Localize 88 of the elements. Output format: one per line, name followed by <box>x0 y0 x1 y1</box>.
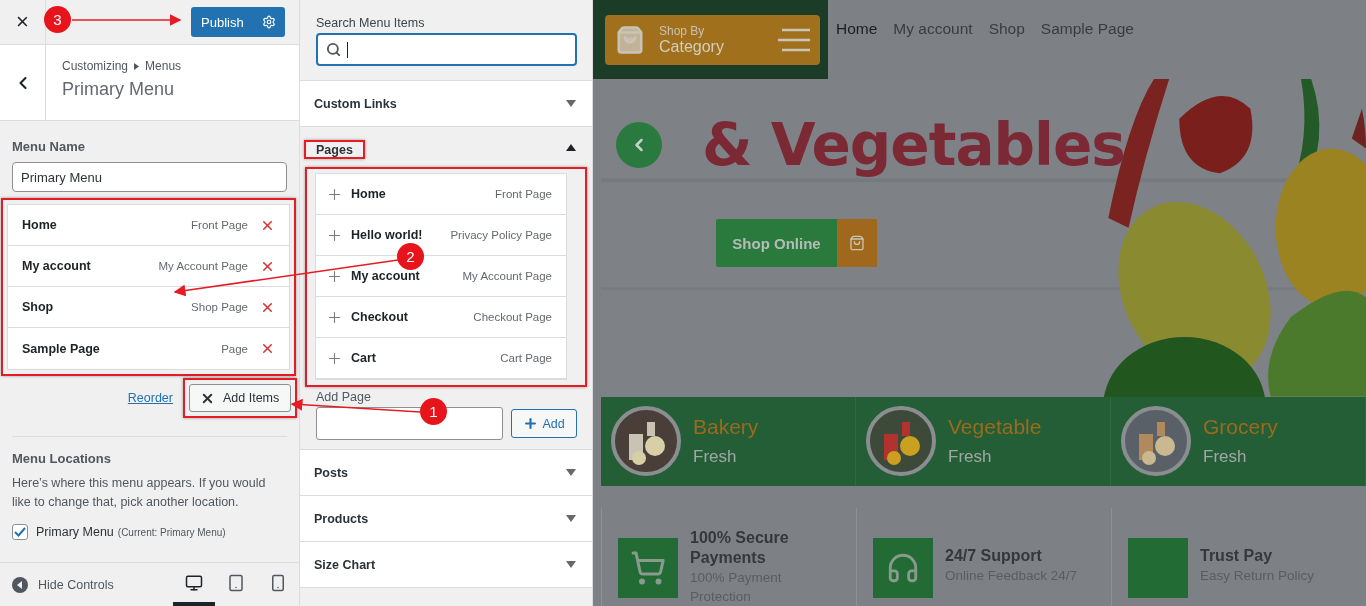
item-title: Checkout <box>351 310 408 324</box>
item-type: Shop Page <box>191 301 248 313</box>
item-type: Front Page <box>191 219 248 231</box>
item-type: Cart Page <box>500 352 552 364</box>
checkbox-label: Primary Menu <box>36 525 114 539</box>
checkbox[interactable] <box>12 524 28 540</box>
cart-icon <box>630 550 666 586</box>
breadcrumb-text: Customizing <box>62 59 129 73</box>
section-title: Size Chart <box>313 556 377 574</box>
feature-title: 24/7 Support <box>945 546 1043 566</box>
hero-title: & Vegetables <box>702 111 1125 180</box>
menu-item[interactable]: Sample Page Page <box>8 328 289 369</box>
add-button[interactable]: Add <box>511 409 577 438</box>
feature-title: 100% Secure Payments <box>690 528 790 568</box>
section-title: Pages <box>315 141 354 159</box>
accordion-header[interactable]: Custom Links <box>300 81 592 126</box>
search-field[interactable] <box>316 33 577 66</box>
field-label: Menu Name <box>12 139 86 154</box>
menu-icon <box>778 27 810 53</box>
bag-icon <box>849 235 865 252</box>
accordion-header[interactable]: Pages <box>300 127 592 167</box>
button-label: Category <box>659 38 724 56</box>
item-type: Privacy Policy Page <box>450 229 552 241</box>
item-type: My Account Page <box>158 260 248 272</box>
item-type: Front Page <box>495 188 552 200</box>
checkmark-icon <box>14 527 26 537</box>
hide-controls-button[interactable]: Hide Controls <box>12 576 114 593</box>
category-name: Vegetable <box>948 415 1042 440</box>
item-type: Page <box>221 342 248 355</box>
item-title: Cart <box>351 351 376 365</box>
expand-arrow-icon <box>566 469 576 476</box>
category-subtitle: Fresh <box>693 447 738 468</box>
category-name: Bakery <box>693 415 759 440</box>
nav-link[interactable]: Home <box>836 20 878 38</box>
add-items-button[interactable]: Add Items <box>189 384 291 412</box>
panel-title: Primary Menu <box>62 79 176 100</box>
expand-arrow-icon <box>566 561 576 568</box>
item-type: Checkout Page <box>473 311 552 323</box>
reorder-link[interactable]: Reorder <box>127 391 173 405</box>
desktop-icon <box>185 573 203 592</box>
menu-item[interactable]: Home Front Page <box>8 205 289 246</box>
breadcrumb-text: Menus <box>145 59 182 73</box>
page-item[interactable]: Home Front Page <box>316 174 566 215</box>
section-title: Products <box>313 510 370 528</box>
field-label: Add Page <box>316 390 371 404</box>
item-type: My Account Page <box>462 270 552 282</box>
accordion-header[interactable]: Size Chart <box>300 542 592 587</box>
separator-icon <box>134 62 140 70</box>
plus-icon <box>523 416 539 431</box>
expand-arrow-icon <box>566 100 576 107</box>
section-title: Posts <box>313 464 350 482</box>
menu-name-field[interactable]: Primary Menu <box>12 162 287 192</box>
page-item[interactable]: Cart Cart Page <box>316 338 566 379</box>
menu-item[interactable]: Shop Shop Page <box>8 287 289 328</box>
accordion-header[interactable]: Posts <box>300 450 592 495</box>
item-title: My account <box>22 259 91 273</box>
category-subtitle: Fresh <box>948 447 993 468</box>
search-icon <box>326 42 341 57</box>
collapse-icon <box>12 576 28 593</box>
menu-item[interactable]: My account My Account Page <box>8 246 289 287</box>
feature-tile <box>1128 538 1188 598</box>
mobile-icon <box>269 573 287 592</box>
description-text: Here’s where this menu appears. If you would like to change that, pick another location. <box>12 475 267 511</box>
item-title: Home <box>351 187 386 201</box>
add-page-field[interactable] <box>316 407 503 440</box>
tablet-icon <box>227 573 245 592</box>
publish-button[interactable]: Publish <box>191 7 285 37</box>
expand-arrow-icon <box>566 515 576 522</box>
item-title: My account <box>351 269 420 283</box>
item-title: Hello world! <box>351 228 423 242</box>
collapse-arrow-icon <box>566 143 576 151</box>
item-title: Shop <box>22 300 54 314</box>
button-caption: Shop By <box>659 24 705 38</box>
settings-icon <box>262 15 276 29</box>
remove-icon[interactable] <box>260 341 275 356</box>
section-heading: Menu Locations <box>12 451 112 466</box>
item-title: Sample Page <box>22 341 100 356</box>
category-subtitle: Fresh <box>1203 447 1248 468</box>
headphones-icon <box>886 551 920 585</box>
feature-title: Trust Pay <box>1200 546 1274 566</box>
section-title: Custom Links <box>313 95 398 113</box>
item-title: Home <box>22 218 57 232</box>
field-label: Search Menu Items <box>316 16 426 30</box>
category-name: Grocery <box>1203 415 1278 440</box>
bag-icon <box>615 25 645 55</box>
location-note: (Current: Primary Menu) <box>117 526 226 538</box>
page-item[interactable]: Checkout Checkout Page <box>316 297 566 338</box>
accordion-header[interactable]: Products <box>300 496 592 541</box>
